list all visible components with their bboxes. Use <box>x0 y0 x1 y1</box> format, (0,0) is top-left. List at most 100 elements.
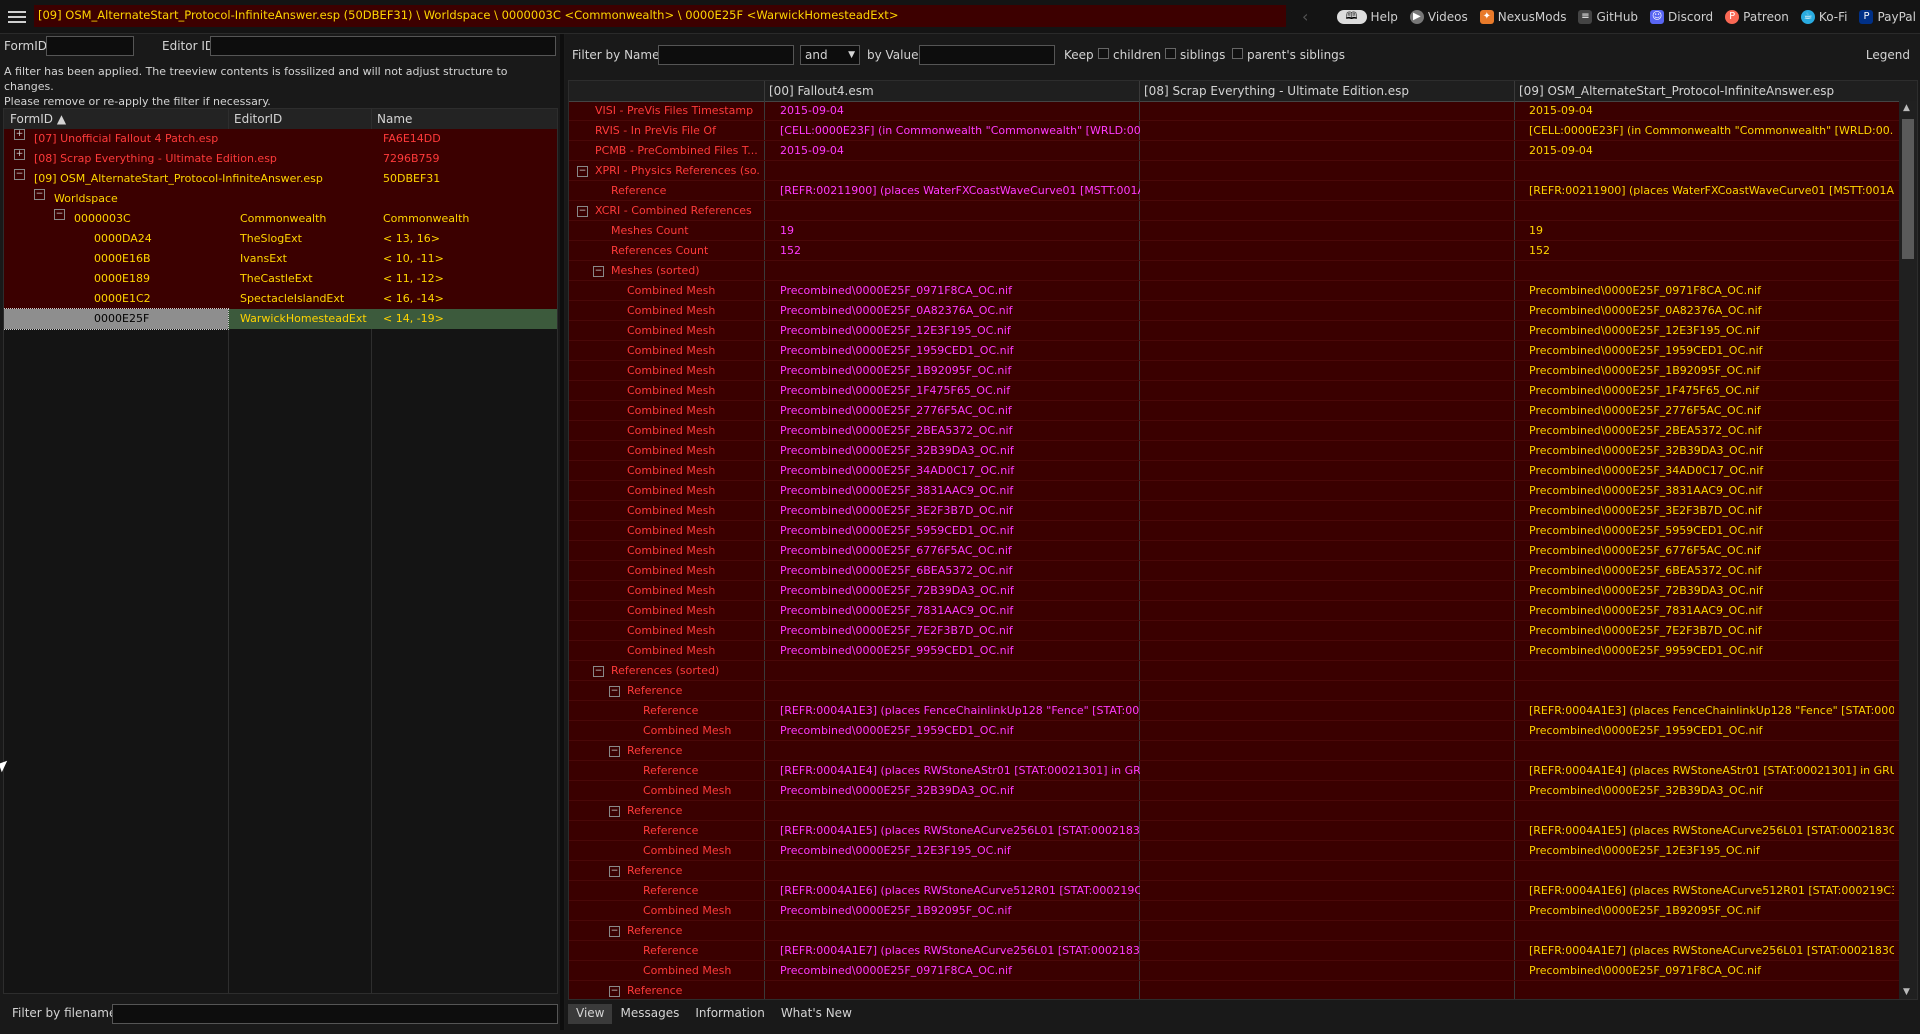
nexusmods-link[interactable]: ✦ NexusMods <box>1479 9 1566 24</box>
grid-row[interactable]: Combined Mesh Precombined\0000E25F_12E3F1… <box>569 841 1899 861</box>
tab-information[interactable]: Information <box>687 1004 772 1024</box>
back-arrow-icon[interactable]: ‹ <box>1302 7 1308 26</box>
col-fallout4-header[interactable]: [00] Fallout4.esm <box>769 84 874 98</box>
grid-row[interactable]: Combined Mesh Precombined\0000E25F_5959CE… <box>569 521 1899 541</box>
formid-input[interactable] <box>46 36 134 56</box>
grid-row[interactable]: − Meshes (sorted) <box>569 261 1899 281</box>
grid-row[interactable]: − References (sorted) <box>569 661 1899 681</box>
grid-row[interactable]: RVIS - In PreVis File Of [CELL:0000E23F] … <box>569 121 1899 141</box>
pane-splitter[interactable] <box>560 34 564 1030</box>
keep-parents-siblings-checkbox[interactable] <box>1232 48 1243 59</box>
grid-row[interactable]: − Reference <box>569 921 1899 941</box>
collapse-icon[interactable]: − <box>609 686 620 697</box>
tree-row-cell[interactable]: 0000E16B IvansExt < 10, -11> <box>4 249 557 269</box>
grid-row[interactable]: Combined Mesh Precombined\0000E25F_72B39D… <box>569 581 1899 601</box>
grid-row[interactable]: Combined Mesh Precombined\0000E25F_0971F8… <box>569 281 1899 301</box>
grid-row[interactable]: Combined Mesh Precombined\0000E25F_2BEA53… <box>569 421 1899 441</box>
filter-filename-input[interactable] <box>112 1004 558 1024</box>
grid-row[interactable]: − Reference <box>569 741 1899 761</box>
filter-name-input[interactable] <box>658 45 794 65</box>
grid-row[interactable]: Reference [REFR:0004A1E3] (places FenceCh… <box>569 701 1899 721</box>
grid-row[interactable]: Combined Mesh Precombined\0000E25F_0A8237… <box>569 301 1899 321</box>
tree-row-cell[interactable]: 0000E189 TheCastleExt < 11, -12> <box>4 269 557 289</box>
grid-row[interactable]: Reference [REFR:0004A1E7] (places RWStone… <box>569 941 1899 961</box>
collapse-icon[interactable]: − <box>577 166 588 177</box>
collapse-icon[interactable]: − <box>609 986 620 997</box>
grid-row[interactable]: Reference [REFR:0004A1E6] (places RWStone… <box>569 881 1899 901</box>
grid-row[interactable]: Combined Mesh Precombined\0000E25F_1B9209… <box>569 361 1899 381</box>
grid-row[interactable]: − XCRI - Combined References <box>569 201 1899 221</box>
tree-row-cell-selected[interactable]: 0000E25F WarwickHomesteadExt < 14, -19> <box>4 308 557 330</box>
grid-row[interactable]: Combined Mesh Precombined\0000E25F_6BEA53… <box>569 561 1899 581</box>
grid-row[interactable]: Combined Mesh Precombined\0000E25F_0971F8… <box>569 961 1899 981</box>
grid-row[interactable]: − Reference <box>569 981 1899 999</box>
keep-children-checkbox[interactable] <box>1098 48 1109 59</box>
and-select[interactable]: and ▼ <box>800 45 860 65</box>
tab-messages[interactable]: Messages <box>612 1004 687 1024</box>
record-tree[interactable]: FormID ▲ EditorID Name + [07] Unofficial… <box>3 108 558 994</box>
keep-siblings-checkbox[interactable] <box>1165 48 1176 59</box>
by-value-input[interactable] <box>919 45 1055 65</box>
grid-row[interactable]: Combined Mesh Precombined\0000E25F_12E3F1… <box>569 321 1899 341</box>
grid-row[interactable]: Combined Mesh Precombined\0000E25F_32B39D… <box>569 441 1899 461</box>
menu-icon[interactable] <box>6 8 28 24</box>
grid-row[interactable]: − Reference <box>569 861 1899 881</box>
tree-row-commonwealth[interactable]: − 0000003C Commonwealth Commonwealth <box>4 209 557 229</box>
patreon-link[interactable]: P Patreon <box>1725 9 1789 24</box>
collapse-icon[interactable]: − <box>609 866 620 877</box>
grid-row[interactable]: Combined Mesh Precombined\0000E25F_32B39D… <box>569 781 1899 801</box>
vertical-scrollbar[interactable]: ▲ ▼ <box>1899 101 1917 999</box>
grid-row[interactable]: Combined Mesh Precombined\0000E25F_2776F5… <box>569 401 1899 421</box>
col-osm-header[interactable]: [09] OSM_AlternateStart_Protocol-Infinit… <box>1519 84 1834 98</box>
grid-row[interactable]: Combined Mesh Precombined\0000E25F_6776F5… <box>569 541 1899 561</box>
tab-whats-new[interactable]: What's New <box>773 1004 860 1024</box>
grid-row[interactable]: PCMB - PreCombined Files T... 2015-09-04 2… <box>569 141 1899 161</box>
grid-row[interactable]: Combined Mesh Precombined\0000E25F_3831AA… <box>569 481 1899 501</box>
collapse-icon[interactable]: − <box>609 926 620 937</box>
grid-row[interactable]: − XPRI - Physics References (so... <box>569 161 1899 181</box>
editorid-input[interactable] <box>210 36 556 56</box>
record-grid[interactable]: [00] Fallout4.esm [08] Scrap Everything … <box>568 80 1918 1000</box>
grid-row[interactable]: Combined Mesh Precombined\0000E25F_1F475F… <box>569 381 1899 401</box>
kofi-link[interactable]: ☕ Ko-Fi <box>1800 9 1847 24</box>
tree-row-cell[interactable]: 0000DA24 TheSlogExt < 13, 16> <box>4 229 557 249</box>
collapse-icon[interactable]: − <box>609 806 620 817</box>
grid-row[interactable]: References Count 152 152 <box>569 241 1899 261</box>
col-formid-header[interactable]: FormID ▲ <box>10 112 66 126</box>
grid-row[interactable]: Combined Mesh Precombined\0000E25F_34AD0C… <box>569 461 1899 481</box>
col-editorid-header[interactable]: EditorID <box>234 112 282 126</box>
tree-row-cell[interactable]: 0000E1C2 SpectacleIslandExt < 16, -14> <box>4 289 557 309</box>
github-link[interactable]: ≡ GitHub <box>1578 9 1638 24</box>
col-scrap-everything-header[interactable]: [08] Scrap Everything - Ultimate Edition… <box>1144 84 1409 98</box>
col-name-header[interactable]: Name <box>377 112 412 126</box>
tree-row-plugin-09[interactable]: − [09] OSM_AlternateStart_Protocol-Infin… <box>4 169 557 189</box>
grid-row[interactable]: Combined Mesh Precombined\0000E25F_7831AA… <box>569 601 1899 621</box>
grid-row[interactable]: Combined Mesh Precombined\0000E25F_3E2F3B… <box>569 501 1899 521</box>
scroll-down-icon[interactable]: ▼ <box>1903 987 1910 997</box>
grid-row[interactable]: Reference [REFR:0004A1E4] (places RWStone… <box>569 761 1899 781</box>
grid-row[interactable]: Combined Mesh Precombined\0000E25F_1959CE… <box>569 341 1899 361</box>
tab-view[interactable]: View <box>568 1004 613 1024</box>
grid-row[interactable]: Combined Mesh Precombined\0000E25F_1959CE… <box>569 721 1899 741</box>
grid-row[interactable]: Meshes Count 19 19 <box>569 221 1899 241</box>
tree-row-plugin-08[interactable]: + [08] Scrap Everything - Ultimate Editi… <box>4 149 557 169</box>
discord-link[interactable]: ☺ Discord <box>1650 9 1713 24</box>
grid-row[interactable]: Combined Mesh Precombined\0000E25F_1B9209… <box>569 901 1899 921</box>
grid-row[interactable]: Combined Mesh Precombined\0000E25F_9959CE… <box>569 641 1899 661</box>
paypal-link[interactable]: P PayPal <box>1859 9 1916 24</box>
grid-row[interactable]: VISI - PreVis Files Timestamp 2015-09-04 2… <box>569 101 1899 121</box>
tree-row-plugin-07[interactable]: + [07] Unofficial Fallout 4 Patch.esp FA… <box>4 129 557 149</box>
legend-button[interactable]: Legend <box>1866 48 1910 62</box>
help-link[interactable]: 🕮 Help <box>1336 9 1398 24</box>
scroll-up-icon[interactable]: ▲ <box>1903 103 1910 113</box>
tree-row-worldspace[interactable]: − Worldspace <box>4 189 557 209</box>
collapse-icon[interactable]: − <box>577 206 588 217</box>
scroll-thumb[interactable] <box>1902 119 1914 259</box>
collapse-icon[interactable]: − <box>609 746 620 757</box>
grid-row[interactable]: − Reference <box>569 801 1899 821</box>
grid-row[interactable]: − Reference <box>569 681 1899 701</box>
grid-row[interactable]: Reference [REFR:00211900] (places WaterFX… <box>569 181 1899 201</box>
videos-link[interactable]: ▶ Videos <box>1409 9 1468 24</box>
collapse-icon[interactable]: − <box>593 666 604 677</box>
grid-row[interactable]: Reference [REFR:0004A1E5] (places RWStone… <box>569 821 1899 841</box>
